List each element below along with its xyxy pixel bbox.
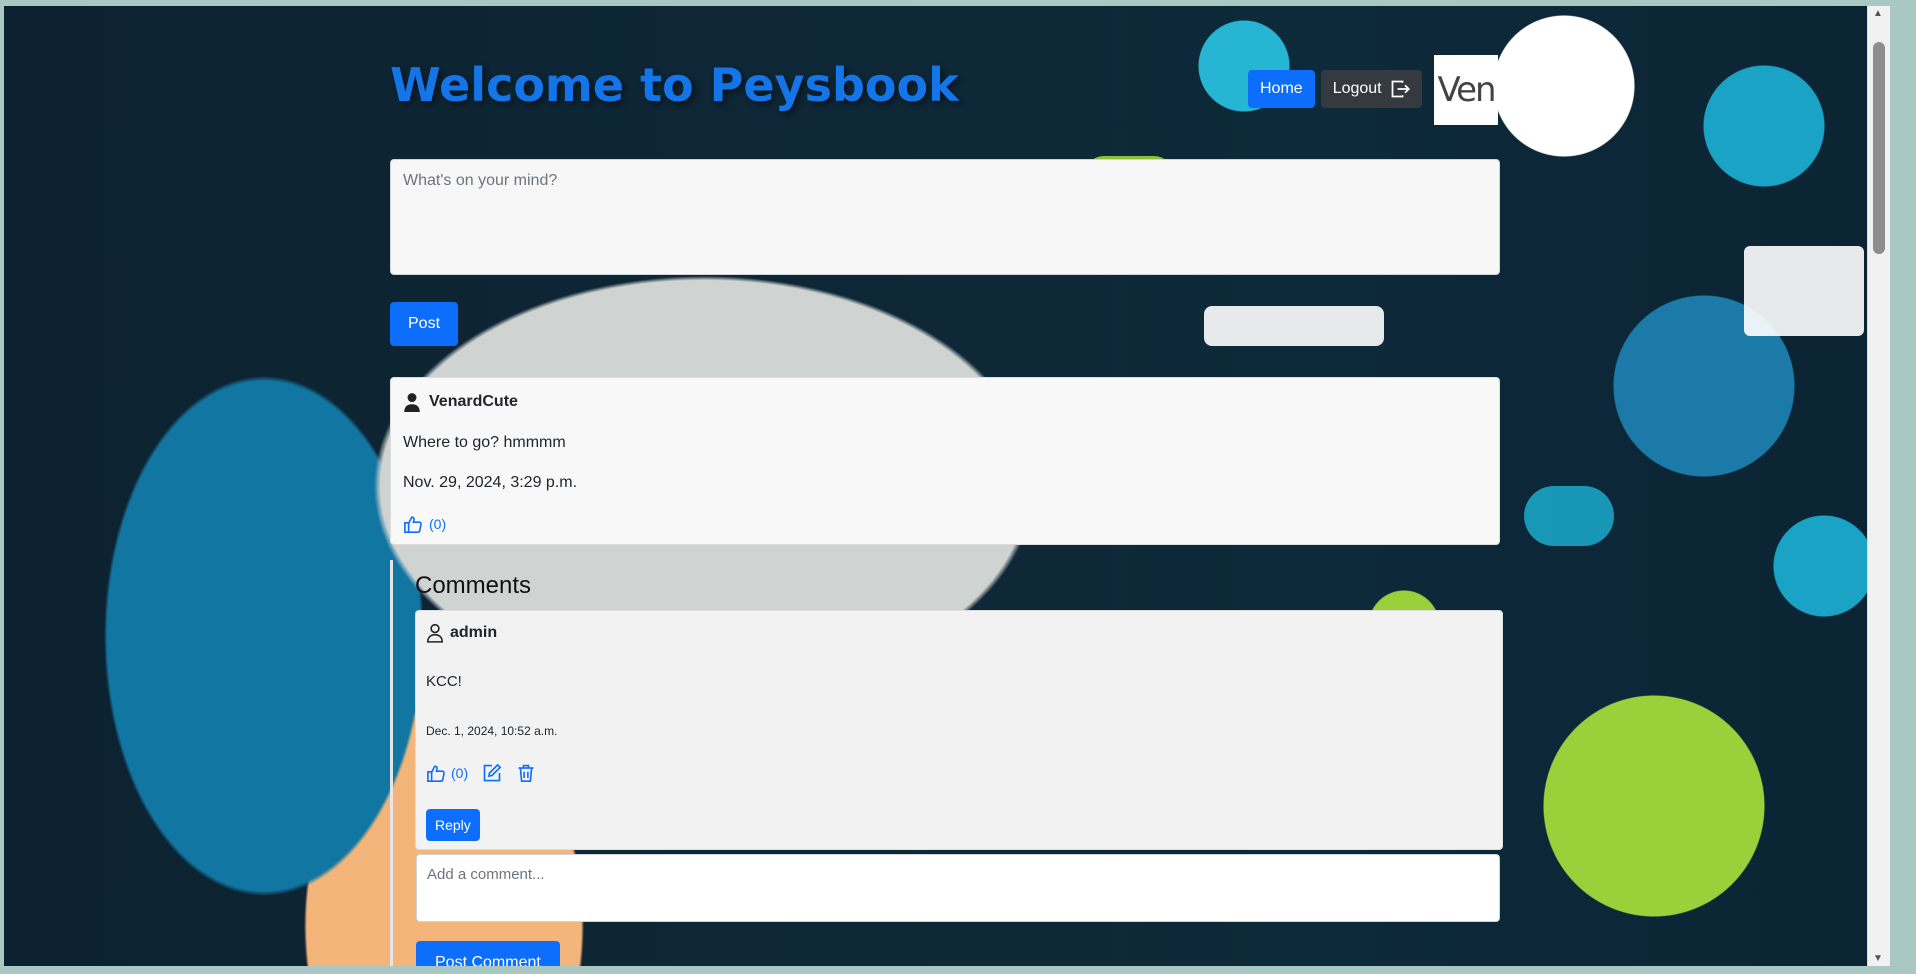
thumbs-up-icon — [427, 765, 445, 782]
comment-delete-button[interactable] — [516, 763, 536, 783]
post-text: Where to go? hmmmm — [403, 434, 566, 451]
post-button[interactable]: Post — [390, 302, 459, 346]
page-background: Welcome to Peysbook Home Logout Ven Post… — [4, 6, 1890, 966]
brand-logo: Ven — [1434, 55, 1498, 125]
post-author: VenardCute — [429, 393, 518, 410]
post-like-count: (0) — [429, 516, 447, 532]
person-fill-icon — [404, 393, 420, 412]
box-arrow-right-icon — [1391, 80, 1410, 98]
top-nav: Home Logout — [1248, 70, 1422, 108]
logout-label: Logout — [1332, 80, 1382, 97]
post-card: VenardCute Where to go? hmmmm Nov. 29, 2… — [390, 377, 1500, 545]
scroll-thumb[interactable] — [1873, 42, 1885, 254]
comments-heading: Comments — [415, 572, 532, 599]
comment-author-row: admin — [426, 623, 497, 643]
comment-edit-button[interactable] — [482, 763, 502, 783]
comment-card: admin KCC! Dec. 1, 2024, 10:52 a.m. (0) — [415, 610, 1503, 850]
comment-date: Dec. 1, 2024, 10:52 a.m. — [426, 724, 558, 738]
post-date: Nov. 29, 2024, 3:29 p.m. — [403, 474, 578, 491]
background-decoration — [1524, 486, 1614, 546]
comment-author: admin — [450, 624, 498, 641]
comment-text: KCC! — [426, 673, 462, 690]
scroll-down-icon[interactable]: ▼ — [1873, 953, 1883, 964]
home-button[interactable]: Home — [1248, 70, 1315, 108]
thumbs-up-icon — [404, 516, 422, 533]
vertical-scrollbar[interactable]: ▲ ▼ — [1867, 6, 1890, 966]
scroll-up-icon[interactable]: ▲ — [1873, 8, 1883, 19]
comment-input[interactable] — [416, 854, 1500, 922]
comment-actions: (0) — [426, 763, 536, 783]
post-like-button[interactable]: (0) — [403, 514, 446, 534]
comment-like-button[interactable]: (0) — [426, 763, 468, 783]
person-outline-icon — [426, 623, 444, 643]
background-decoration — [1744, 246, 1864, 336]
page-title: Welcome to Peysbook — [390, 58, 959, 112]
comment-like-count: (0) — [451, 765, 469, 781]
logout-button[interactable]: Logout — [1320, 70, 1422, 108]
reply-button[interactable]: Reply — [426, 809, 480, 841]
post-input[interactable] — [390, 159, 1500, 275]
post-author-row: VenardCute — [403, 392, 518, 412]
background-decoration — [1204, 306, 1384, 346]
pencil-square-icon — [483, 763, 502, 782]
trash-icon — [518, 764, 534, 782]
post-comment-button[interactable]: Post Comment — [416, 941, 560, 966]
